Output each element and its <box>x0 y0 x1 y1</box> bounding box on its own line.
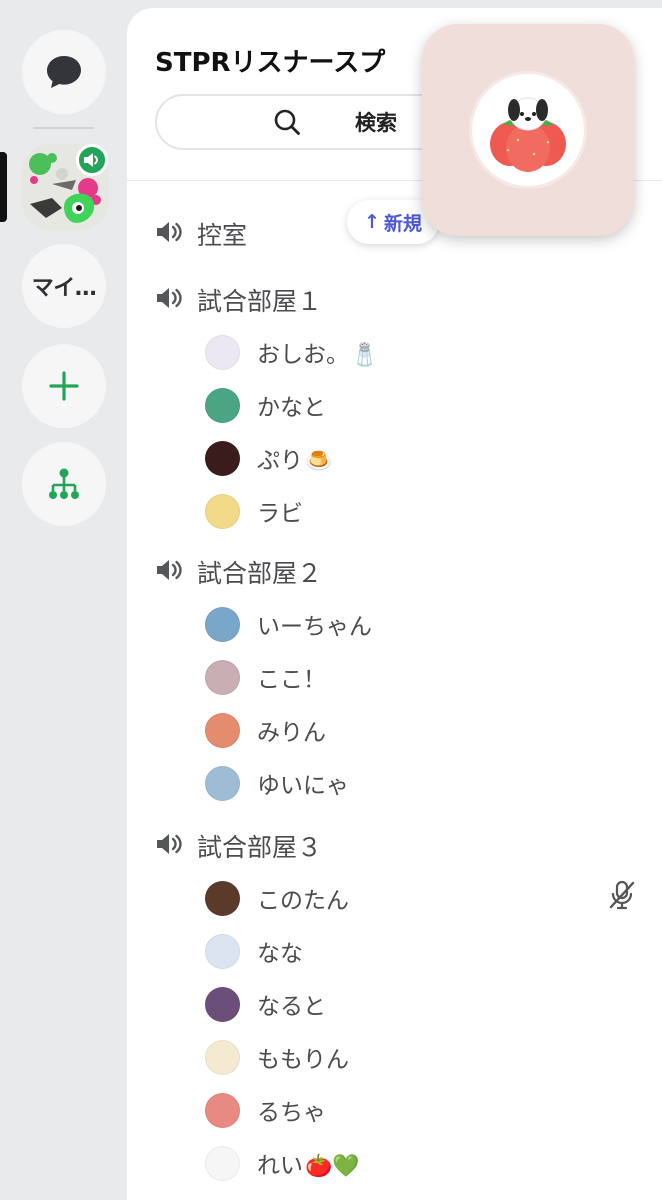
active-server-indicator <box>0 152 7 222</box>
hierarchy-icon <box>49 468 79 499</box>
voice-member-row[interactable]: いーちゃん <box>205 604 372 644</box>
member-name: みりん <box>257 720 326 746</box>
speaker-icon <box>155 832 183 860</box>
voice-member-row[interactable]: かなと <box>205 385 326 425</box>
voice-member-row[interactable]: ぷり🍮 <box>205 438 332 478</box>
member-name: ゆいにゃ <box>257 773 349 799</box>
voice-member-row[interactable]: なな <box>205 931 303 971</box>
status-emoji: 🍅💚 <box>305 1154 360 1179</box>
voice-member-row[interactable]: ももりん <box>205 1037 349 1077</box>
avatar <box>205 387 240 423</box>
search-label: 検索 <box>355 111 397 135</box>
server-rail: マイ… <box>0 0 127 1200</box>
avatar <box>205 493 240 529</box>
member-name: ももりん <box>257 1047 349 1073</box>
chat-bubble-icon <box>47 56 81 88</box>
member-name: おしお。🧂 <box>257 342 379 368</box>
member-name: ぷり🍮 <box>257 448 333 474</box>
member-name: いーちゃん <box>257 614 372 640</box>
new-chip-label: 新規 <box>383 212 422 235</box>
direct-messages-button[interactable] <box>22 30 106 114</box>
avatar <box>205 1145 240 1181</box>
voice-channel-4[interactable]: 試合部屋３ <box>155 826 322 866</box>
mic-off-icon <box>609 880 635 910</box>
my-server-button[interactable]: マイ… <box>22 244 106 328</box>
arrow-up-icon: ↑ <box>364 211 380 233</box>
voice-member-row[interactable]: るちゃ <box>205 1090 326 1130</box>
avatar <box>205 933 240 969</box>
avatar <box>205 712 240 748</box>
avatar <box>205 606 240 642</box>
voice-channel-1[interactable]: 控室 <box>155 214 247 254</box>
voice-channel-name: 試合部屋１ <box>197 287 323 316</box>
avatar <box>205 659 240 695</box>
member-name: かなと <box>257 395 326 421</box>
speaker-icon <box>155 558 183 586</box>
avatar <box>205 880 240 916</box>
member-name: ここ！ <box>257 667 326 693</box>
avatar <box>205 1039 240 1075</box>
voice-member-row[interactable]: ゆいにゃ <box>205 763 349 803</box>
voice-channel-name: 試合部屋３ <box>197 833 323 862</box>
speaking-user-overlay[interactable] <box>422 24 634 236</box>
voice-channel-name: 控室 <box>197 221 248 250</box>
speaker-icon <box>155 286 183 314</box>
app-root: マイ… STPRリスナースプ 検索 控室 試合部屋１ おしお。🧂 かなと ぷり🍮… <box>0 0 662 1200</box>
voice-member-row[interactable]: ここ！ <box>205 657 326 697</box>
member-name: ラビ <box>257 501 303 527</box>
voice-channel-2[interactable]: 試合部屋１ <box>155 280 322 320</box>
avatar <box>205 440 240 476</box>
avatar <box>205 986 240 1022</box>
voice-active-badge <box>76 144 108 176</box>
my-server-label: マイ… <box>31 276 97 301</box>
voice-member-row[interactable]: このたん <box>205 878 349 918</box>
status-emoji: 🍮 <box>305 449 333 474</box>
voice-member-row[interactable]: ラビ <box>205 491 303 531</box>
voice-member-row[interactable]: おしお。🧂 <box>205 332 378 372</box>
voice-member-row[interactable]: れい🍅💚 <box>205 1143 360 1183</box>
avatar <box>205 334 240 370</box>
avatar <box>205 1092 240 1128</box>
voice-member-row[interactable]: みりん <box>205 710 326 750</box>
member-name: なな <box>257 941 303 967</box>
speaker-icon <box>84 153 98 167</box>
status-emoji: 🧂 <box>351 343 379 368</box>
member-name: なると <box>257 994 326 1020</box>
member-name: れい🍅💚 <box>257 1153 360 1179</box>
rail-divider <box>33 127 94 129</box>
voice-channel-name: 試合部屋２ <box>197 559 323 588</box>
speaking-user-avatar <box>472 74 584 186</box>
search-icon <box>274 109 300 135</box>
add-server-button[interactable] <box>22 344 106 428</box>
strawberry-dog-illustration <box>490 97 566 172</box>
member-name: るちゃ <box>257 1100 326 1126</box>
speaker-icon <box>155 220 183 248</box>
avatar <box>205 765 240 801</box>
voice-member-row[interactable]: なると <box>205 984 326 1024</box>
voice-channel-3[interactable]: 試合部屋２ <box>155 552 322 592</box>
plus-icon <box>49 371 79 401</box>
explore-servers-button[interactable] <box>22 442 106 526</box>
server-name[interactable]: STPRリスナースプ <box>155 42 425 79</box>
member-name: このたん <box>257 888 349 914</box>
